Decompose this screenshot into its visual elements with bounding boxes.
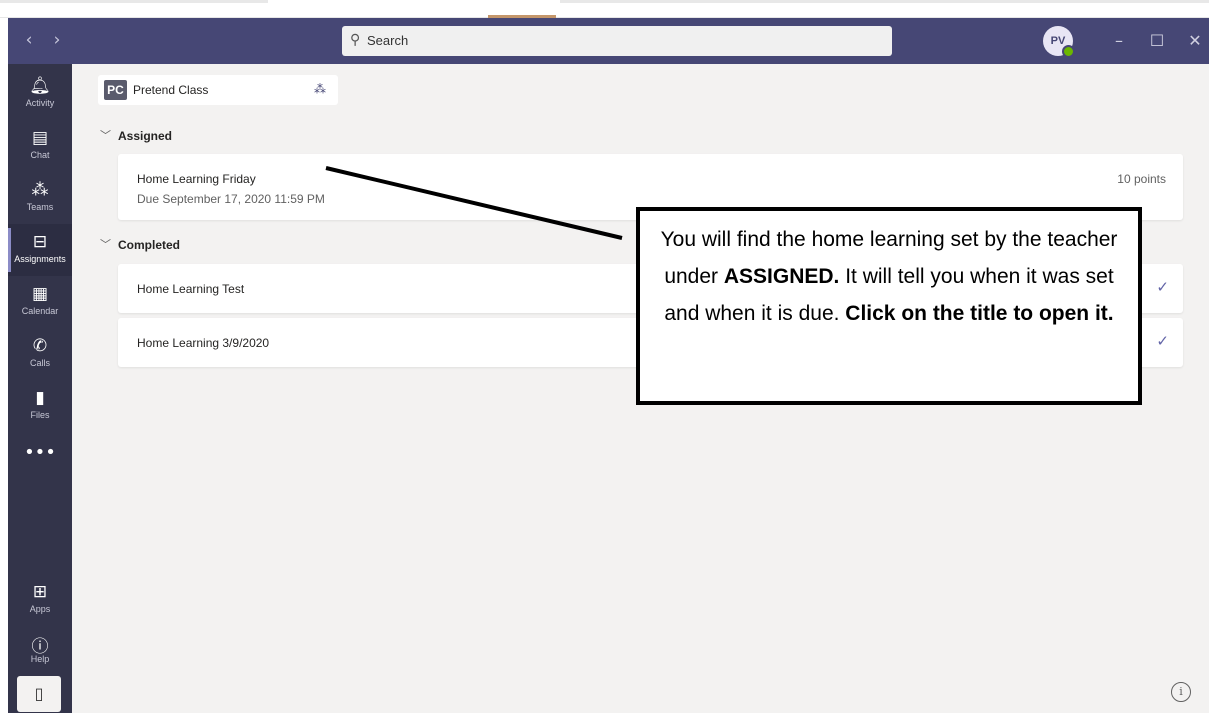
app-rail: 🔔︎ Activity ▤ Chat ⁂ Teams ⊟ Assignments…: [8, 64, 72, 713]
assignment-title[interactable]: Home Learning 3/9/2020: [137, 336, 269, 350]
info-icon[interactable]: i: [1171, 682, 1191, 702]
rail-item-activity[interactable]: 🔔︎ Activity: [8, 68, 72, 120]
left-gutter: [0, 18, 8, 713]
file-icon: ▮: [35, 388, 45, 408]
checkmark-icon: ✓: [1156, 278, 1169, 296]
minimize-icon[interactable]: –: [1104, 29, 1134, 53]
search-icon: ⚲: [350, 32, 361, 48]
mobile-device-icon[interactable]: ▯: [17, 676, 61, 712]
chat-icon: ▤: [31, 128, 49, 148]
rail-item-label: Apps: [29, 604, 51, 614]
assignment-points: 10 points: [1117, 172, 1166, 186]
bell-icon: 🔔︎: [29, 76, 51, 96]
maximize-icon[interactable]: ☐: [1142, 29, 1172, 53]
class-badge: PC: [104, 80, 127, 100]
help-icon: ⓘ: [31, 637, 49, 657]
active-indicator: [8, 228, 11, 272]
title-bar: ‹ › ⚲ Search PV – ☐ ✕: [8, 18, 1209, 64]
instruction-callout: You will find the home learning set by t…: [636, 207, 1142, 405]
more-icon[interactable]: •••: [8, 442, 72, 463]
chevron-left-icon[interactable]: ‹: [20, 30, 38, 50]
section-heading: Assigned: [118, 129, 173, 143]
rail-item-teams[interactable]: ⁂ Teams: [8, 172, 72, 224]
assignment-title[interactable]: Home Learning Test: [137, 282, 244, 296]
rail-item-help[interactable]: ⓘ Help: [8, 624, 72, 676]
callout-bold-click: Click on the title to open it.: [845, 302, 1114, 325]
chevron-down-icon: ﹀: [100, 129, 111, 142]
assignment-due: Due September 17, 2020 11:59 PM: [137, 192, 325, 206]
section-heading: Completed: [118, 238, 181, 252]
teams-icon: ⁂: [31, 180, 49, 200]
calendar-icon: ▦: [31, 284, 49, 304]
rail-item-label: Calls: [29, 358, 50, 368]
rail-item-calls[interactable]: ✆ Calls: [8, 328, 72, 380]
class-name: Pretend Class: [133, 83, 209, 97]
rail-item-label: Chat: [30, 150, 50, 160]
rail-item-label: Activity: [25, 98, 55, 108]
phone-icon: ✆: [32, 336, 48, 356]
rail-item-label: Help: [30, 654, 50, 664]
assignments-icon: ⊟: [32, 232, 48, 252]
rail-item-assignments[interactable]: ⊟ Assignments: [8, 224, 72, 276]
chevron-right-icon[interactable]: ›: [48, 30, 66, 50]
apps-icon: ⊞: [32, 582, 48, 602]
close-icon[interactable]: ✕: [1180, 29, 1209, 53]
presence-available-icon: [1062, 45, 1075, 58]
rail-item-chat[interactable]: ▤ Chat: [8, 120, 72, 172]
search-placeholder: Search: [367, 33, 409, 48]
rail-item-label: Teams: [26, 202, 54, 212]
chevron-down-icon: ﹀: [100, 238, 111, 251]
callout-bold-assigned: ASSIGNED.: [723, 265, 840, 288]
rail-item-calendar[interactable]: ▦ Calendar: [8, 276, 72, 328]
rail-item-files[interactable]: ▮ Files: [8, 380, 72, 432]
checkmark-icon: ✓: [1156, 332, 1169, 350]
class-selector[interactable]: PC Pretend Class ⁂: [98, 75, 338, 105]
callout-text: You will find the home learning set by t…: [652, 221, 1126, 332]
desktop-strip: [0, 0, 1209, 18]
search-input[interactable]: ⚲ Search: [342, 26, 892, 56]
people-icon[interactable]: ⁂: [314, 82, 326, 96]
assignment-title[interactable]: Home Learning Friday: [137, 172, 256, 186]
rail-item-label: Calendar: [21, 306, 59, 316]
page: ‹ › ⚲ Search PV – ☐ ✕ 🔔︎ Activity ▤ Chat…: [0, 0, 1209, 713]
rail-item-label: Assignments: [14, 254, 66, 264]
rail-item-label: Files: [30, 410, 50, 420]
rail-item-apps[interactable]: ⊞ Apps: [8, 574, 72, 626]
